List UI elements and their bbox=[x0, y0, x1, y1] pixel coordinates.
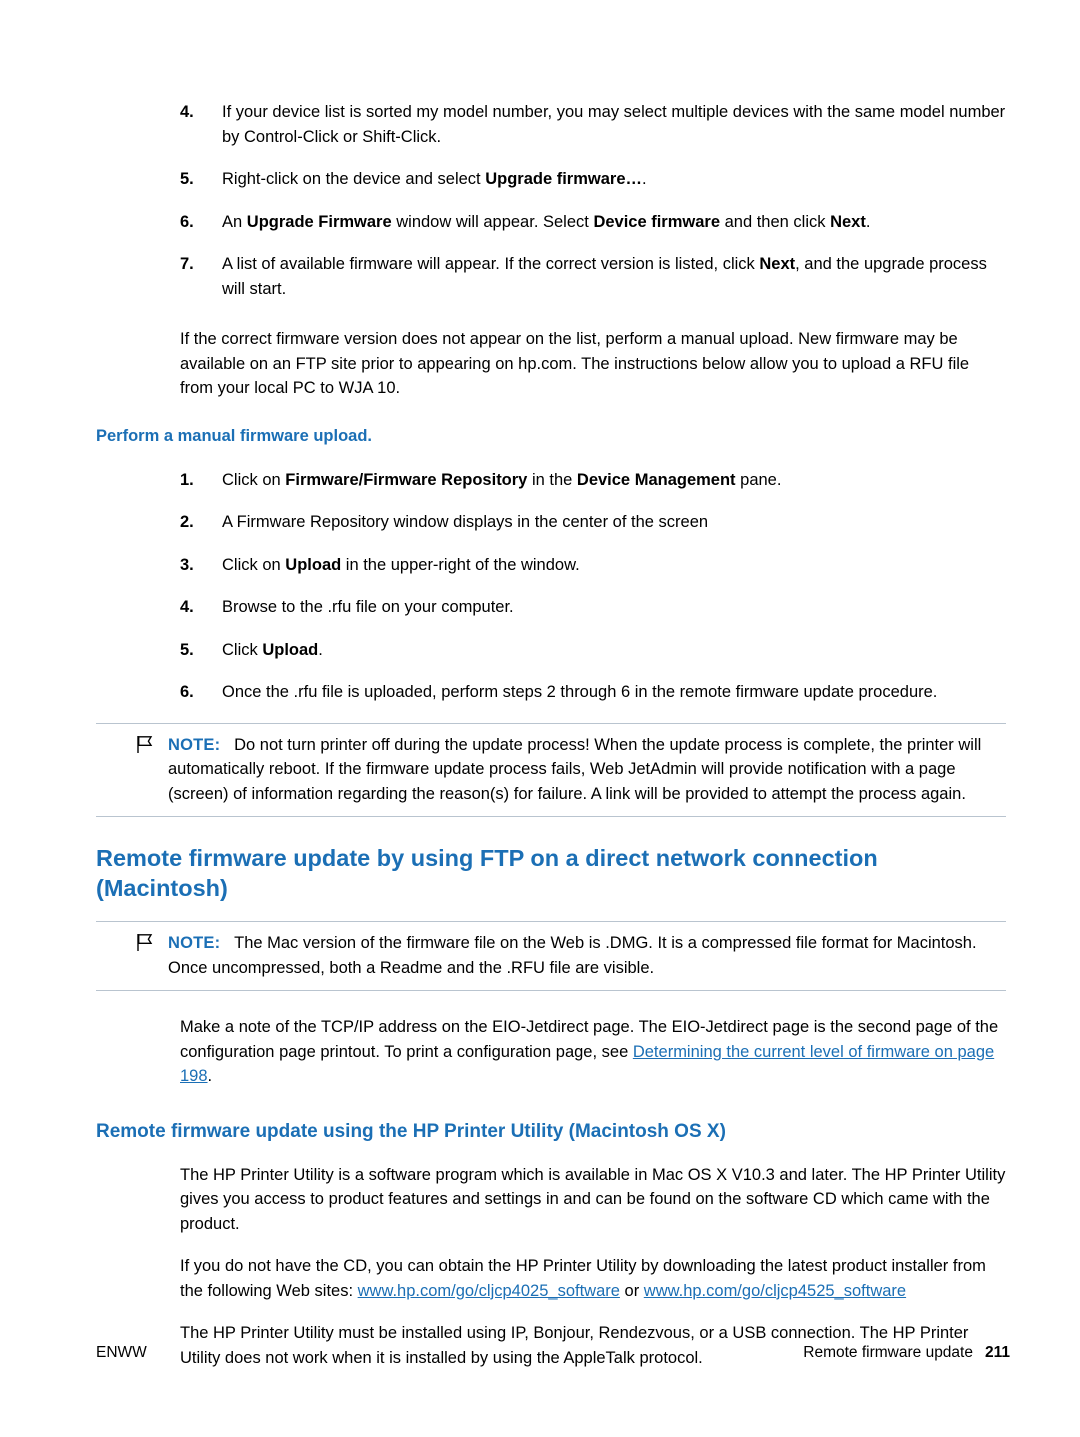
text-run: Once the .rfu file is uploaded, perform … bbox=[222, 683, 938, 701]
list-item: 6. An Upgrade Firmware window will appea… bbox=[96, 210, 1006, 235]
text-run-bold: Device firmware bbox=[593, 212, 721, 231]
text-run: Browse to the .rfu file on your computer… bbox=[222, 598, 514, 616]
list-item-number: 4. bbox=[180, 598, 194, 616]
page-title-line2: (Macintosh) bbox=[96, 875, 228, 901]
text-run: If your device list is sorted my model n… bbox=[222, 103, 1006, 146]
note-flag bbox=[96, 733, 164, 754]
note-flag bbox=[96, 931, 164, 952]
list-item: 4. If your device list is sorted my mode… bbox=[96, 100, 1006, 149]
text-run-bold: Upload bbox=[262, 640, 319, 659]
steps-top-list: 4. If your device list is sorted my mode… bbox=[96, 100, 1006, 301]
list-item-text: A list of available firmware will appear… bbox=[222, 252, 1006, 301]
note-content: Do not turn printer off during the updat… bbox=[168, 735, 982, 803]
list-item: 5. Click Upload. bbox=[96, 638, 1006, 663]
text-run: Click bbox=[222, 640, 263, 659]
text-run-bold: Next bbox=[759, 255, 796, 273]
text-run: . bbox=[318, 640, 323, 659]
text-run-bold: Upgrade firmware… bbox=[485, 170, 643, 188]
note-label: NOTE: bbox=[168, 735, 221, 754]
text-run: An bbox=[222, 212, 247, 231]
list-item-text: A Firmware Repository window displays in… bbox=[222, 510, 1006, 535]
page-content: 4. If your device list is sorted my mode… bbox=[96, 100, 1006, 1388]
list-item-text: Click on Firmware/Firmware Repository in… bbox=[222, 468, 1006, 493]
list-item-number: 7. bbox=[180, 255, 194, 273]
list-item: 5. Right-click on the device and select … bbox=[96, 167, 1006, 192]
manual-upload-heading: Perform a manual firmware upload. bbox=[96, 426, 372, 445]
text-run: Right-click on the device and select bbox=[222, 170, 486, 188]
list-item-text: Browse to the .rfu file on your computer… bbox=[222, 595, 1006, 620]
download-paragraph: If you do not have the CD, you can obtai… bbox=[180, 1254, 1006, 1303]
text-run-bold: Firmware/Firmware Repository bbox=[285, 470, 528, 489]
note-label: NOTE: bbox=[168, 934, 221, 952]
list-item: 4. Browse to the .rfu file on your compu… bbox=[96, 595, 1006, 620]
list-item-number: 5. bbox=[180, 170, 194, 188]
steps-manual-list: 1. Click on Firmware/Firmware Repository… bbox=[96, 468, 1006, 705]
page-title-line1: Remote firmware update by using FTP on a… bbox=[96, 845, 878, 871]
list-item-number: 2. bbox=[180, 513, 194, 531]
list-item-text: If your device list is sorted my model n… bbox=[222, 100, 1006, 149]
page-footer: ENWW Remote firmware update 211 bbox=[96, 1344, 1010, 1362]
document-page: 4. If your device list is sorted my mode… bbox=[0, 0, 1080, 1437]
hp-link-cljcp4525[interactable]: www.hp.com/go/cljcp4525_software bbox=[644, 1282, 906, 1300]
text-run: . bbox=[642, 170, 647, 188]
text-run: or bbox=[619, 1281, 644, 1300]
list-item-number: 6. bbox=[180, 683, 194, 701]
page-title: Remote firmware update by using FTP on a… bbox=[96, 843, 1006, 903]
list-item: 1. Click on Firmware/Firmware Repository… bbox=[96, 468, 1006, 493]
footer-left: ENWW bbox=[96, 1344, 147, 1361]
list-item-number: 3. bbox=[180, 555, 194, 574]
text-run-bold: Upgrade Firmware bbox=[246, 212, 392, 231]
list-item-text: An Upgrade Firmware window will appear. … bbox=[222, 210, 1006, 235]
footer-section-title: Remote firmware update bbox=[803, 1344, 973, 1361]
note-box: NOTE: The Mac version of the firmware fi… bbox=[96, 921, 1006, 991]
footer-right: Remote firmware update 211 bbox=[803, 1344, 1010, 1362]
note-flag-icon bbox=[137, 934, 153, 951]
note-text: NOTE: The Mac version of the firmware fi… bbox=[164, 931, 1006, 980]
list-item-number: 5. bbox=[180, 640, 194, 659]
text-run: in the bbox=[527, 470, 577, 489]
text-run-bold: Upload bbox=[285, 555, 342, 574]
note-content: The Mac version of the firmware file on … bbox=[168, 934, 977, 977]
text-run: A list of available firmware will appear… bbox=[222, 255, 760, 273]
text-run: pane. bbox=[735, 470, 782, 489]
list-item: 3. Click on Upload in the upper-right of… bbox=[96, 553, 1006, 578]
text-run: . bbox=[865, 212, 871, 231]
tcpip-paragraph: Make a note of the TCP/IP address on the… bbox=[180, 1015, 1006, 1089]
note-text: NOTE: Do not turn printer off during the… bbox=[164, 733, 1006, 807]
list-item-number: 6. bbox=[180, 212, 194, 231]
list-item: 7. A list of available firmware will app… bbox=[96, 252, 1006, 301]
text-run-bold: Next bbox=[830, 212, 866, 231]
hp-link-cljcp4025[interactable]: www.hp.com/go/cljcp4025_software bbox=[358, 1282, 620, 1300]
list-item-number: 1. bbox=[180, 470, 194, 489]
text-run: window will appear. Select bbox=[391, 212, 594, 231]
text-run: A Firmware Repository window displays in… bbox=[222, 513, 709, 531]
list-item: 2. A Firmware Repository window displays… bbox=[96, 510, 1006, 535]
list-item-text: Right-click on the device and select Upg… bbox=[222, 167, 1006, 192]
section-heading: Remote firmware update using the HP Prin… bbox=[96, 1120, 726, 1142]
text-run: in the upper-right of the window. bbox=[341, 555, 580, 574]
text-run-bold: Device Management bbox=[576, 470, 736, 489]
note-flag-icon bbox=[137, 735, 153, 753]
text-run: Click on bbox=[222, 555, 286, 574]
list-item-text: Once the .rfu file is uploaded, perform … bbox=[222, 680, 1006, 705]
list-item-text: Click on Upload in the upper-right of th… bbox=[222, 553, 1006, 578]
text-run: . bbox=[207, 1067, 213, 1085]
footer-page-number: 211 bbox=[984, 1344, 1010, 1361]
list-item-number: 4. bbox=[180, 103, 194, 121]
note-box: NOTE: Do not turn printer off during the… bbox=[96, 722, 1006, 817]
manual-upload-paragraph: If the correct firmware version does not… bbox=[180, 330, 970, 397]
list-item-text: Click Upload. bbox=[222, 638, 1006, 663]
text-run: and then click bbox=[720, 212, 831, 231]
text-run: Click on bbox=[222, 470, 286, 489]
utility-paragraph: The HP Printer Utility is a software pro… bbox=[180, 1165, 1006, 1233]
list-item: 6. Once the .rfu file is uploaded, perfo… bbox=[96, 680, 1006, 705]
